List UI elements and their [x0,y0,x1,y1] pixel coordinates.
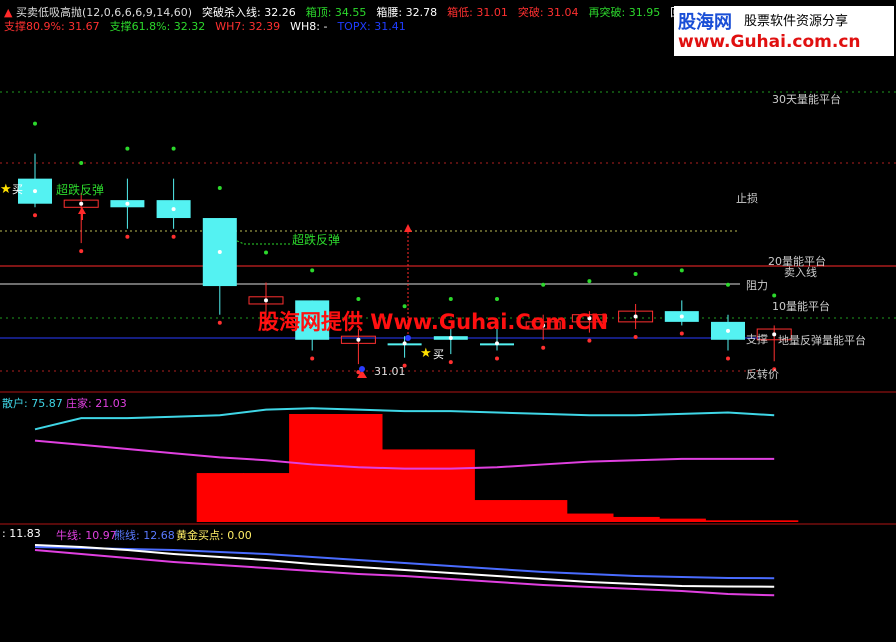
signal-dot-mid-4 [217,250,222,255]
header-item-4: 箱低: 31.01 [447,6,508,19]
signal-dot-mid-10 [495,341,499,346]
dealer-bar-4 [196,473,244,522]
dealer-bar-10 [473,500,522,522]
level-label-30day: 30天量能平台 [772,93,841,106]
signal-dot-mid-5 [264,298,268,303]
level-label-support: 支撑 [746,333,768,346]
signal-dot-low-15 [726,356,730,361]
panel3-line-2 [34,544,775,588]
signal-dot-high-2 [125,146,130,151]
dealer-bar-9 [427,449,475,522]
panel2-group [34,407,799,522]
signal-dot-high-16 [772,293,777,298]
level-label-stoploss: 止损 [736,192,758,205]
bull-line-label: 牛线: 10.97 [56,529,117,542]
dealer-bar-16 [751,520,799,522]
header-value-3: WH8: - [290,20,328,33]
signal-dot-low-9 [448,360,453,365]
signal-dot-low-6 [310,356,315,361]
low-marker-dot [359,366,365,372]
dealer-bar-13 [612,516,660,522]
signal-dot-mid-7 [356,337,361,342]
logo-url: www.Guhai.com.cn [678,32,861,52]
signal-dot-low-11 [541,345,546,350]
signal-dot-mid-14 [679,314,684,319]
header-value-4: TOPX: 31.41 [337,20,406,33]
signal-dot-low-1 [79,249,84,254]
header-item-5: 突破: 31.04 [517,6,579,19]
retail-label: 散户: 75.87 [2,397,63,410]
buy-signal-label: 买 [12,183,23,196]
logo-title: 股海网 [678,12,732,33]
signal-dot-low-2 [125,234,130,239]
signal-dot-high-11 [541,282,546,287]
dealer-bar-12 [566,513,614,522]
level-label-10day: 10量能平台 [772,300,830,313]
level-label-entry: 卖入线 [784,266,817,279]
signal-dot-mid-8 [402,341,407,346]
signal-dot-high-3 [171,146,176,151]
signal-dot-mid-2 [125,201,130,206]
signal-dot-high-14 [679,268,684,273]
site-logo: 股海网 股票软件资源分享 www.Guhai.com.cn [674,6,894,56]
header-value-0: 支撑80.9%: 31.67 [4,20,100,33]
signal-dot-high-7 [356,297,361,302]
header-value-1: 支撑61.8%: 32.32 [109,20,206,33]
signal-dot-high-6 [310,268,315,273]
dealer-label: 庄家: 21.03 [66,397,127,410]
line1-label: : 11.83 [2,527,41,540]
signal-dot-low-12 [587,338,592,343]
panel3-group [34,544,775,597]
signal-dot-high-10 [495,297,499,302]
signal-dot-mid-16 [772,332,777,337]
star-icon: ★ [0,182,12,197]
gold-buy-label: 黄金买点: 0.00 [176,529,252,542]
up-arrow-icon [78,207,86,220]
level-label-reversal: 反转价 [746,368,779,381]
signal-dot-mid-0 [33,189,37,194]
signal-dot-mid-3 [171,207,176,212]
signal-dot-high-9 [448,297,453,302]
signal-dot-high-4 [217,186,222,191]
dealer-bar-15 [704,520,753,522]
signal-dot-low-0 [33,213,37,218]
signal-dot-mid-9 [448,335,453,340]
buy-signal-label-2: 买 [433,348,444,361]
signal-dot-low-3 [171,234,176,239]
signal-dot-low-4 [217,320,222,325]
signal-dot-high-1 [79,160,84,165]
dealer-bar-8 [381,449,429,522]
level-label-resistance: 阻力 [746,279,768,292]
logo-tagline: 股票软件资源分享 [744,14,849,29]
up-arrow-icon-2 [404,224,412,232]
bear-line-label: 熊线: 12.68 [114,529,175,542]
signal-dot-high-13 [633,271,638,276]
signal-dot-mid-13 [633,314,638,319]
star-icon-2: ★ [420,346,432,361]
signal-dot-low-13 [633,335,638,340]
signal-dot-low-10 [495,356,499,361]
signal-dot-mid-15 [726,328,730,333]
low-price-label: 31.01 [374,365,406,378]
header-value-2: WH7: 32.39 [215,20,281,33]
header-row-2: 支撑80.9%: 31.67 支撑61.8%: 32.32 WH7: 32.39 WH… [4,18,416,34]
watermark-text: 股海网提供 Www.Guhai.Com.CN [258,310,609,334]
rebound-label-2: 超跌反弹 [292,233,341,247]
signal-dot-high-15 [726,282,730,287]
signal-dot-mid-1 [79,201,84,206]
dealer-bar-6 [289,414,337,522]
signal-dot-high-12 [587,279,592,284]
panel3-line-0 [34,549,775,597]
dealer-bar-11 [520,500,568,522]
dealer-bar-14 [658,518,706,522]
signal-dot-high-5 [264,250,268,255]
header-item-6: 再突破: 31.95 [588,6,661,19]
rebound-label-1: 超跌反弹 [56,183,105,197]
level-label-lowvol: 地量反弹量能平台 [778,334,866,347]
signal-dot-low-14 [679,331,684,336]
panel2-line-0 [34,407,775,431]
signal-dot-high-0 [33,121,37,126]
dealer-bar-5 [242,473,291,522]
